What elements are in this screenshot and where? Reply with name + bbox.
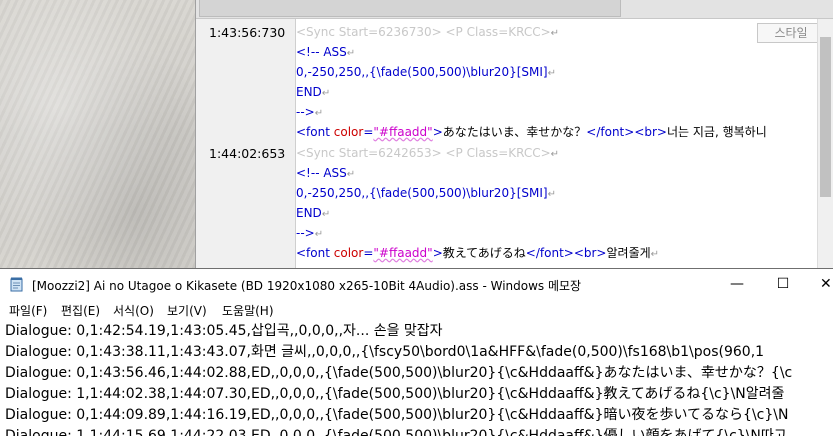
code-line: 0,-250,250,,{\fade(500,500)\blur20}[SMI]…: [296, 186, 556, 200]
maximize-button[interactable]: ☐: [760, 269, 806, 300]
sync-time[interactable]: 1:43:56:730: [209, 25, 285, 40]
notepad-text-area[interactable]: Dialogue: 0,1:42:54.19,1:43:05.45,삽입곡,,0…: [5, 321, 833, 436]
notepad-title: [Moozzi2] Ai no Utagoe o Kikasete (BD 19…: [32, 279, 582, 293]
dialogue-line: Dialogue: 0,1:42:54.19,1:43:05.45,삽입곡,,0…: [5, 323, 443, 339]
code-line: <Sync Start=6242653> <P Class=KRCC>↵: [296, 146, 560, 160]
style-button[interactable]: 스타일: [757, 23, 825, 43]
editor-tab[interactable]: [199, 0, 621, 17]
minimize-button[interactable]: —: [714, 269, 760, 300]
sync-time-column: 1:43:56:730 1:44:02:653: [196, 19, 294, 268]
menu-help[interactable]: 도움말(H): [222, 302, 274, 319]
menu-edit[interactable]: 편집(E): [61, 302, 100, 319]
code-line: END↵: [296, 85, 331, 99]
editor-scrollbar[interactable]: [817, 19, 833, 268]
notepad-icon: [10, 277, 23, 292]
desktop-background: [0, 0, 195, 268]
code-line: <Sync Start=6236730> <P Class=KRCC>↵: [296, 25, 560, 39]
menu-format[interactable]: 서식(O): [113, 302, 154, 319]
code-line: <font color="#ffaadd">あなたはいま、幸せかな？</font…: [296, 125, 767, 139]
smi-editor-window: 1:43:56:730 1:44:02:653 <Sync Start=6236…: [195, 0, 833, 268]
editor-scroll-thumb[interactable]: [820, 37, 831, 197]
code-line: <!-- ASS↵: [296, 166, 356, 180]
code-line: -->↵: [296, 105, 324, 119]
code-line: 0,-250,250,,{\fade(500,500)\blur20}[SMI]…: [296, 65, 556, 79]
notepad-window: [Moozzi2] Ai no Utagoe o Kikasete (BD 19…: [0, 268, 833, 436]
notepad-menu-bar: 파일(F) 편집(E) 서식(O) 보기(V) 도움말(H): [0, 300, 833, 320]
editor-tab-strip: [196, 0, 833, 19]
close-button[interactable]: ✕: [806, 269, 833, 300]
notepad-title-bar[interactable]: [Moozzi2] Ai no Utagoe o Kikasete (BD 19…: [0, 269, 833, 300]
code-line: -->↵: [296, 226, 324, 240]
code-line: <!-- ASS↵: [296, 45, 356, 59]
dialogue-line: Dialogue: 0,1:43:38.11,1:43:43.07,화면 글씨,…: [5, 344, 765, 360]
sync-time[interactable]: 1:44:02:653: [209, 146, 285, 161]
dialogue-line: Dialogue: 0,1:43:56.46,1:44:02.88,ED,,0,…: [5, 365, 793, 381]
code-line: END↵: [296, 206, 331, 220]
dialogue-line: Dialogue: 0,1:44:09.89,1:44:16.19,ED,,0,…: [5, 407, 789, 423]
menu-view[interactable]: 보기(V): [167, 302, 207, 319]
dialogue-line: Dialogue: 1,1:44:02.38,1:44:07.30,ED,,0,…: [5, 386, 785, 402]
code-line: <font color="#ffaadd">教えてあげるね</font><br>…: [296, 246, 660, 260]
smi-code-editor[interactable]: <Sync Start=6236730> <P Class=KRCC>↵ <!-…: [295, 19, 833, 268]
menu-file[interactable]: 파일(F): [9, 302, 47, 319]
